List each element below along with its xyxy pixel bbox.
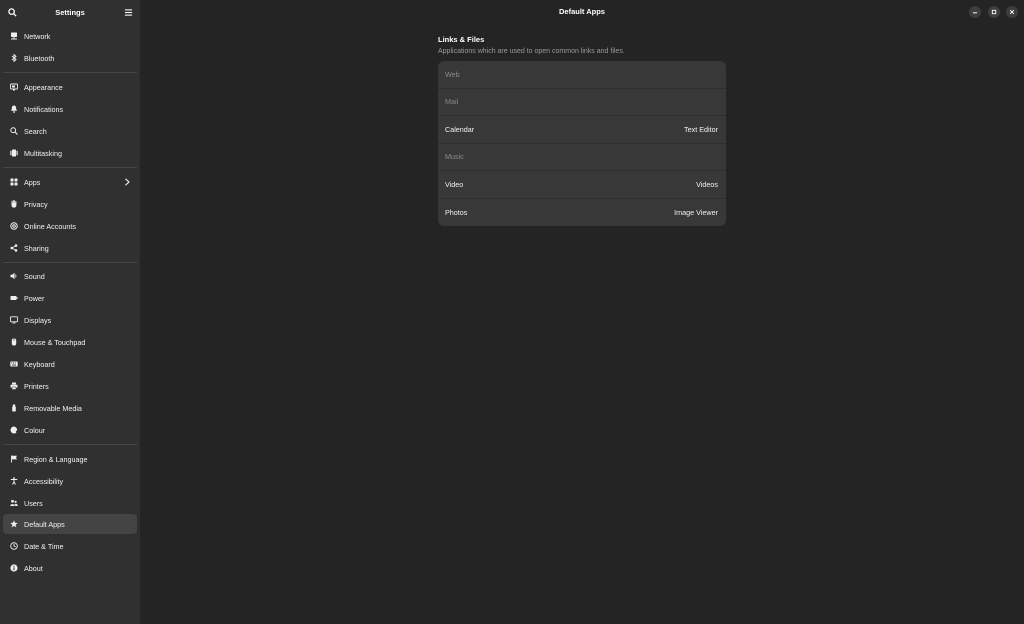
star-icon — [10, 520, 18, 528]
sidebar-item-printers[interactable]: Printers — [3, 376, 137, 396]
page-title: Default Apps — [559, 7, 605, 16]
sidebar: Settings Network Bluetooth Appearance No… — [0, 0, 140, 624]
search-icon[interactable] — [6, 6, 18, 18]
sidebar-item-about[interactable]: About — [3, 558, 137, 578]
accessibility-icon — [10, 477, 18, 485]
minimize-icon — [973, 12, 977, 14]
sidebar-item-privacy[interactable]: Privacy — [3, 194, 137, 214]
keyboard-icon — [10, 360, 18, 368]
sidebar-item-region-language[interactable]: Region & Language — [3, 449, 137, 469]
apps-grid-icon — [10, 178, 18, 186]
sidebar-item-online-accounts[interactable]: Online Accounts — [3, 216, 137, 236]
hamburger-menu-icon[interactable] — [122, 6, 134, 18]
default-apps-list: Web Mail Calendar Text Editor Music Vide… — [438, 61, 726, 226]
row-photos[interactable]: Photos Image Viewer — [438, 199, 726, 227]
close-button[interactable] — [1006, 6, 1018, 18]
sidebar-item-notifications[interactable]: Notifications — [3, 99, 137, 119]
row-calendar[interactable]: Calendar Text Editor — [438, 116, 726, 144]
sidebar-item-appearance[interactable]: Appearance — [3, 77, 137, 97]
maximize-button[interactable] — [988, 6, 1000, 18]
sidebar-item-network[interactable]: Network — [3, 26, 137, 46]
section-subtitle: Applications which are used to open comm… — [438, 48, 625, 55]
battery-icon — [10, 294, 18, 302]
minimize-button[interactable] — [969, 6, 981, 18]
speaker-icon — [10, 272, 18, 280]
maximize-icon — [991, 9, 997, 15]
sidebar-divider — [3, 72, 137, 73]
row-video[interactable]: Video Videos — [438, 171, 726, 199]
appearance-icon — [10, 83, 18, 91]
colour-icon — [10, 426, 18, 434]
sidebar-item-displays[interactable]: Displays — [3, 310, 137, 330]
monitor-icon — [10, 316, 18, 324]
chevron-right-icon — [125, 178, 130, 186]
sidebar-item-colour[interactable]: Colour — [3, 420, 137, 440]
share-icon — [10, 244, 18, 252]
search-icon — [10, 127, 18, 135]
sidebar-item-apps[interactable]: Apps — [3, 172, 137, 192]
sidebar-item-bluetooth[interactable]: Bluetooth — [3, 48, 137, 68]
sidebar-title: Settings — [55, 7, 85, 17]
printer-icon — [10, 382, 18, 390]
main-pane: Default Apps Links & Files Applications … — [140, 0, 1024, 624]
section-title: Links & Files — [438, 35, 485, 44]
row-mail[interactable]: Mail — [438, 89, 726, 116]
multitasking-icon — [10, 149, 18, 157]
at-icon — [10, 222, 18, 230]
close-icon — [1009, 9, 1015, 15]
bell-icon — [10, 105, 18, 113]
sidebar-item-date-time[interactable]: Date & Time — [3, 536, 137, 556]
row-music[interactable]: Music — [438, 144, 726, 171]
settings-window: Settings Network Bluetooth Appearance No… — [0, 0, 1024, 624]
sidebar-header: Settings — [0, 0, 140, 24]
sidebar-item-search[interactable]: Search — [3, 121, 137, 141]
sidebar-divider — [3, 167, 137, 168]
row-web[interactable]: Web — [438, 61, 726, 89]
flag-icon — [10, 455, 18, 463]
sidebar-item-sound[interactable]: Sound — [3, 266, 137, 286]
users-icon — [10, 499, 18, 507]
sidebar-item-power[interactable]: Power — [3, 288, 137, 308]
hand-icon — [10, 200, 18, 208]
sidebar-divider — [3, 262, 137, 263]
sidebar-item-users[interactable]: Users — [3, 493, 137, 513]
sidebar-item-mouse-touchpad[interactable]: Mouse & Touchpad — [3, 332, 137, 352]
sidebar-item-multitasking[interactable]: Multitasking — [3, 143, 137, 163]
network-icon — [10, 32, 18, 40]
sidebar-item-removable-media[interactable]: Removable Media — [3, 398, 137, 418]
sidebar-item-default-apps[interactable]: Default Apps — [3, 514, 137, 534]
sidebar-divider — [3, 444, 137, 445]
sidebar-item-keyboard[interactable]: Keyboard — [3, 354, 137, 374]
info-icon — [10, 564, 18, 572]
links-files-section: Links & Files Applications which are use… — [438, 35, 726, 226]
clock-icon — [10, 542, 18, 550]
sidebar-item-accessibility[interactable]: Accessibility — [3, 471, 137, 491]
usb-icon — [10, 404, 18, 412]
mouse-icon — [10, 338, 18, 346]
bluetooth-icon — [10, 54, 18, 62]
sidebar-item-sharing[interactable]: Sharing — [3, 238, 137, 258]
